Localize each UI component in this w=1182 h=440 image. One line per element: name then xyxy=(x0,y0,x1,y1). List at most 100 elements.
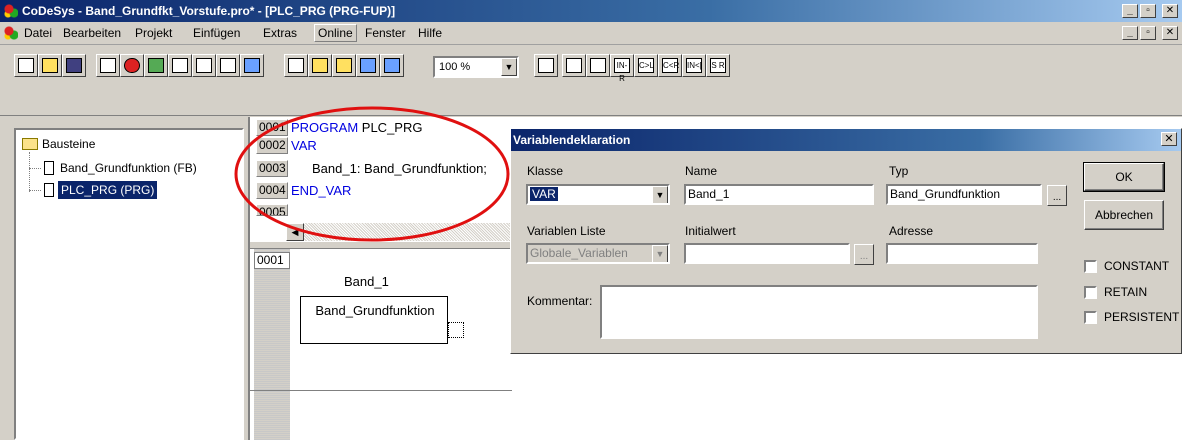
object-organizer[interactable]: Bausteine Band_Grundfunktion (FB) PLC_PR… xyxy=(14,128,244,440)
line-number: 0005 xyxy=(256,204,288,216)
scroll-left-icon[interactable]: ◀ xyxy=(286,223,304,241)
menu-hilfe[interactable]: Hilfe xyxy=(418,26,442,40)
menu-bearbeiten[interactable]: Bearbeiten xyxy=(63,26,121,40)
insert-box-button[interactable] xyxy=(586,54,610,77)
code-line-1[interactable]: PROGRAM PLC_PRG xyxy=(291,119,422,136)
document-icon[interactable] xyxy=(4,26,18,40)
mdi-minimize-button[interactable]: _ xyxy=(1122,26,1138,40)
fbd-tool-label: IN-R xyxy=(614,58,630,83)
checkbox-box[interactable] xyxy=(1084,260,1097,273)
typ-value: Band_Grundfunktion xyxy=(890,187,1001,201)
insert-set-reset-button[interactable]: S R xyxy=(706,54,730,77)
new-button[interactable] xyxy=(14,54,38,77)
new-file-icon xyxy=(18,58,34,73)
insert-coil-left-button[interactable]: C>L xyxy=(634,54,658,77)
find-next-icon xyxy=(384,58,400,73)
stop-button[interactable] xyxy=(120,54,144,77)
adresse-input[interactable] xyxy=(886,243,1038,264)
chevron-down-icon[interactable]: ▼ xyxy=(652,186,668,203)
fbd-tool-label: C>L xyxy=(638,58,654,73)
code-text: PLC_PRG xyxy=(358,120,423,135)
menu-bar: Datei Bearbeiten Projekt Einfügen Extras… xyxy=(0,22,1182,45)
dialog-title-bar: Variablendeklaration ✕ xyxy=(511,129,1181,151)
menu-einfuegen[interactable]: Einfügen xyxy=(193,26,240,40)
code-line-4[interactable]: END_VAR xyxy=(291,182,351,199)
name-input[interactable]: Band_1 xyxy=(684,184,874,205)
function-block-type: Band_Grundfunktion xyxy=(315,303,435,318)
typ-browse-button[interactable]: ... xyxy=(1047,185,1067,206)
code-line-3[interactable]: Band_1: Band_Grundfunktion; xyxy=(312,160,487,177)
find-button[interactable] xyxy=(356,54,380,77)
login-button[interactable] xyxy=(96,54,120,77)
kommentar-input[interactable] xyxy=(600,285,1038,339)
close-button[interactable]: ✕ xyxy=(1162,4,1178,18)
chevron-down-icon[interactable]: ▼ xyxy=(652,245,668,262)
chevron-down-icon[interactable]: ▼ xyxy=(501,58,517,76)
abbrechen-button[interactable]: Abbrechen xyxy=(1084,200,1164,230)
initialwert-browse-button[interactable]: ... xyxy=(854,244,874,265)
checkbox-box[interactable] xyxy=(1084,311,1097,324)
initialwert-input[interactable] xyxy=(684,243,850,264)
insert-network-button[interactable] xyxy=(534,54,558,77)
menu-extras[interactable]: Extras xyxy=(263,26,297,40)
breakpoint-icon xyxy=(244,58,260,73)
toolbar: 100 % ▼ IN-R C>L C<R IN<[ S R xyxy=(0,46,1182,116)
ok-button[interactable]: OK xyxy=(1083,162,1165,192)
insert-coil-right-button[interactable]: C<R xyxy=(658,54,682,77)
zoom-value: 100 % xyxy=(439,61,471,73)
breakpoint-button[interactable] xyxy=(240,54,264,77)
single-cycle-button[interactable] xyxy=(216,54,240,77)
menu-datei[interactable]: Datei xyxy=(24,26,52,40)
variablen-liste-label: Variablen Liste xyxy=(527,224,606,238)
horizontal-scrollbar[interactable]: ◀ xyxy=(286,223,512,241)
copy-button[interactable] xyxy=(308,54,332,77)
paste-button[interactable] xyxy=(332,54,356,77)
menu-fenster[interactable]: Fenster xyxy=(365,26,406,40)
menu-projekt[interactable]: Projekt xyxy=(135,26,172,40)
insert-negate-button[interactable]: IN<[ xyxy=(682,54,706,77)
variablen-liste-select[interactable]: Globale_Variablen ▼ xyxy=(526,243,670,264)
fb-instance-name[interactable]: Band_1 xyxy=(344,274,389,289)
zoom-select[interactable]: 100 % ▼ xyxy=(433,56,519,78)
open-button[interactable] xyxy=(38,54,62,77)
restore-button[interactable]: ▫ xyxy=(1140,4,1156,18)
kommentar-label: Kommentar: xyxy=(527,294,593,308)
minimize-button[interactable]: _ xyxy=(1122,4,1138,18)
fbd-tool-label: S R xyxy=(710,58,726,73)
copy-icon xyxy=(312,58,328,73)
tree-item-plc-prg[interactable]: PLC_PRG (PRG) xyxy=(58,181,158,199)
name-label: Name xyxy=(685,164,718,178)
klasse-label: Klasse xyxy=(527,164,563,178)
keyword: END_VAR xyxy=(291,183,352,198)
insert-input-button[interactable] xyxy=(562,54,586,77)
box-icon xyxy=(590,58,606,73)
klasse-select[interactable]: VAR ▼ xyxy=(526,184,670,205)
dialog-close-button[interactable]: ✕ xyxy=(1161,132,1177,146)
insert-in-r-button[interactable]: IN-R xyxy=(610,54,634,83)
cut-button[interactable] xyxy=(284,54,308,77)
save-button[interactable] xyxy=(62,54,86,77)
input-icon xyxy=(566,58,582,73)
constant-label: CONSTANT xyxy=(1104,259,1170,273)
typ-label: Typ xyxy=(889,164,909,178)
menu-online[interactable]: Online xyxy=(314,24,357,42)
tree-connector xyxy=(29,190,41,191)
code-line-2[interactable]: VAR xyxy=(291,137,317,154)
tree-item-band-grundfunktion[interactable]: Band_Grundfunktion (FB) xyxy=(60,159,197,177)
mdi-close-button[interactable]: ✕ xyxy=(1162,26,1178,40)
dialog-title: Variablendeklaration xyxy=(513,133,631,147)
keyword: VAR xyxy=(291,138,317,153)
network-separator xyxy=(250,390,512,391)
step-in-button[interactable] xyxy=(192,54,216,77)
function-block[interactable]: Band_Grundfunktion xyxy=(300,296,448,344)
klasse-label-text: Klasse xyxy=(527,164,564,178)
fb-output-placeholder[interactable] xyxy=(448,322,464,338)
run-button[interactable] xyxy=(144,54,168,77)
checkbox-box[interactable] xyxy=(1084,286,1097,299)
find-next-button[interactable] xyxy=(380,54,404,77)
mdi-restore-button[interactable]: ▫ xyxy=(1140,26,1156,40)
step-over-button[interactable] xyxy=(168,54,192,77)
pane-splitter[interactable] xyxy=(250,241,512,249)
tree-root-bausteine[interactable]: Bausteine xyxy=(42,135,95,153)
typ-input[interactable]: Band_Grundfunktion xyxy=(886,184,1042,205)
